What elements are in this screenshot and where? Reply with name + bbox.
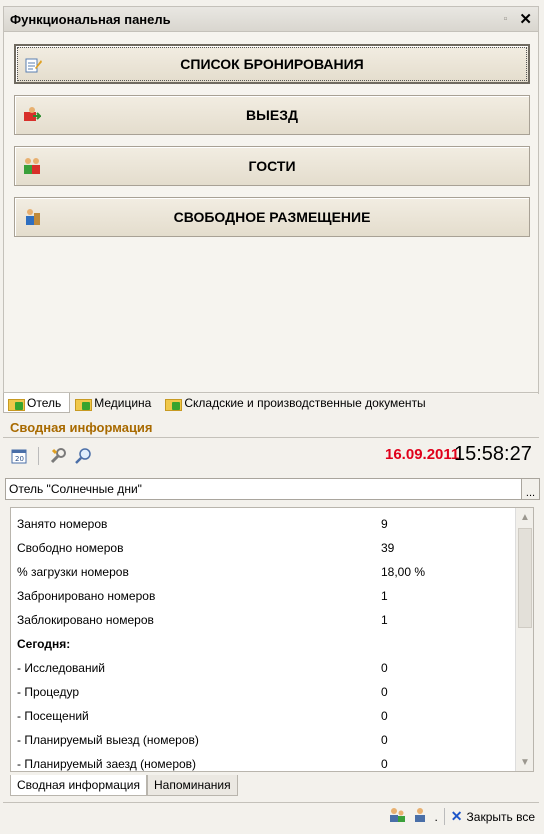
current-time: 15:58:27 — [454, 443, 532, 465]
scroll-up-icon[interactable]: ▲ — [516, 508, 533, 526]
panel-titlebar: Функциональная панель ▫ ✕ — [3, 6, 539, 32]
table-row: - Планируемый заезд (номеров) 0 — [17, 757, 388, 771]
guests-label: ГОСТИ — [248, 158, 296, 174]
table-row: - Планируемый выезд (номеров) 0 — [17, 733, 388, 747]
summary-table: Занято номеров 9 Свободно номеров 39 % заг… — [10, 507, 534, 772]
guests-icon — [24, 158, 40, 174]
divider — [3, 437, 539, 438]
vertical-scrollbar[interactable]: ▲ ▼ — [515, 508, 533, 771]
pin-icon[interactable]: ▫ — [504, 13, 508, 25]
free-placement-button[interactable]: СВОБОДНОЕ РАЗМЕЩЕНИЕ — [14, 197, 530, 237]
booking-list-button[interactable]: СПИСОК БРОНИРОВАНИЯ — [14, 44, 530, 84]
user-icon[interactable] — [412, 807, 428, 826]
filter-search-icon[interactable] — [74, 446, 94, 466]
panel-title: Функциональная панель — [10, 11, 171, 27]
guests-button[interactable]: ГОСТИ — [14, 146, 530, 186]
table-row: Сегодня: — [17, 637, 71, 651]
table-row: Забронировано номеров 1 — [17, 589, 388, 603]
close-icon[interactable]: ✕ — [519, 10, 532, 28]
tab-hotel[interactable]: Отель — [3, 393, 71, 413]
checkout-button[interactable]: ВЫЕЗД — [14, 95, 530, 135]
tab-medicine[interactable]: Медицина — [70, 393, 160, 413]
checkout-icon — [24, 107, 41, 121]
tab-warehouse-docs-label: Складские и производственные документы — [184, 396, 426, 410]
summary-toolbar: 20 — [9, 444, 94, 468]
close-all-icon: ✕ — [450, 808, 463, 824]
hotel-name: Отель "Солнечные дни" — [9, 482, 142, 496]
panel-tabs: Отель Медицина Складские и производствен… — [3, 392, 539, 414]
tab-warehouse-docs[interactable]: Складские и производственные документы — [160, 393, 434, 413]
tab-medicine-label: Медицина — [94, 396, 152, 410]
table-row: - Посещений 0 — [17, 709, 388, 723]
scroll-down-icon[interactable]: ▼ — [516, 753, 533, 771]
svg-text:20: 20 — [15, 455, 24, 463]
summary-title: Сводная информация — [10, 420, 153, 435]
folder-icon — [165, 397, 183, 411]
status-bar: . ✕ Закрыть все — [3, 802, 539, 830]
folder-icon — [75, 397, 93, 411]
scroll-thumb[interactable] — [518, 528, 532, 628]
table-row: Заблокировано номеров 1 — [17, 613, 388, 627]
users-icon[interactable] — [388, 807, 406, 826]
hotel-select-button[interactable]: ... — [521, 479, 539, 499]
booking-list-icon — [25, 58, 42, 73]
checkout-label: ВЫЕЗД — [246, 107, 298, 123]
tab-summary[interactable]: Сводная информация — [10, 775, 147, 796]
calendar-icon[interactable]: 20 — [9, 446, 29, 466]
settings-tools-icon[interactable] — [48, 446, 68, 466]
close-all-label: Закрыть все — [466, 809, 535, 824]
folder-icon — [8, 397, 25, 411]
summary-tabs: Сводная информация Напоминания — [10, 775, 238, 797]
free-placement-label: СВОБОДНОЕ РАЗМЕЩЕНИЕ — [173, 209, 371, 225]
toolbar-separator — [38, 447, 39, 465]
table-row: Свободно номеров 39 — [17, 541, 395, 555]
table-row: Занято номеров 9 — [17, 517, 388, 531]
table-row: - Исследований 0 — [17, 661, 388, 675]
hotel-select-field[interactable]: Отель "Солнечные дни" ... — [5, 478, 540, 500]
booking-list-label: СПИСОК БРОНИРОВАНИЯ — [180, 56, 364, 72]
table-row: - Процедур 0 — [17, 685, 388, 699]
table-row: % загрузки номеров 18,00 % — [17, 565, 426, 579]
current-date: 16.09.2011 — [385, 446, 460, 463]
tab-reminders[interactable]: Напоминания — [147, 775, 238, 796]
close-all-button[interactable]: ✕ Закрыть все — [443, 808, 535, 825]
status-dot: . — [434, 809, 438, 824]
function-panel: СПИСОК БРОНИРОВАНИЯ ВЫЕЗД ГОСТИ СВОБОДНО… — [3, 32, 539, 394]
free-placement-icon — [26, 209, 40, 225]
tab-hotel-label: Отель — [27, 395, 62, 410]
